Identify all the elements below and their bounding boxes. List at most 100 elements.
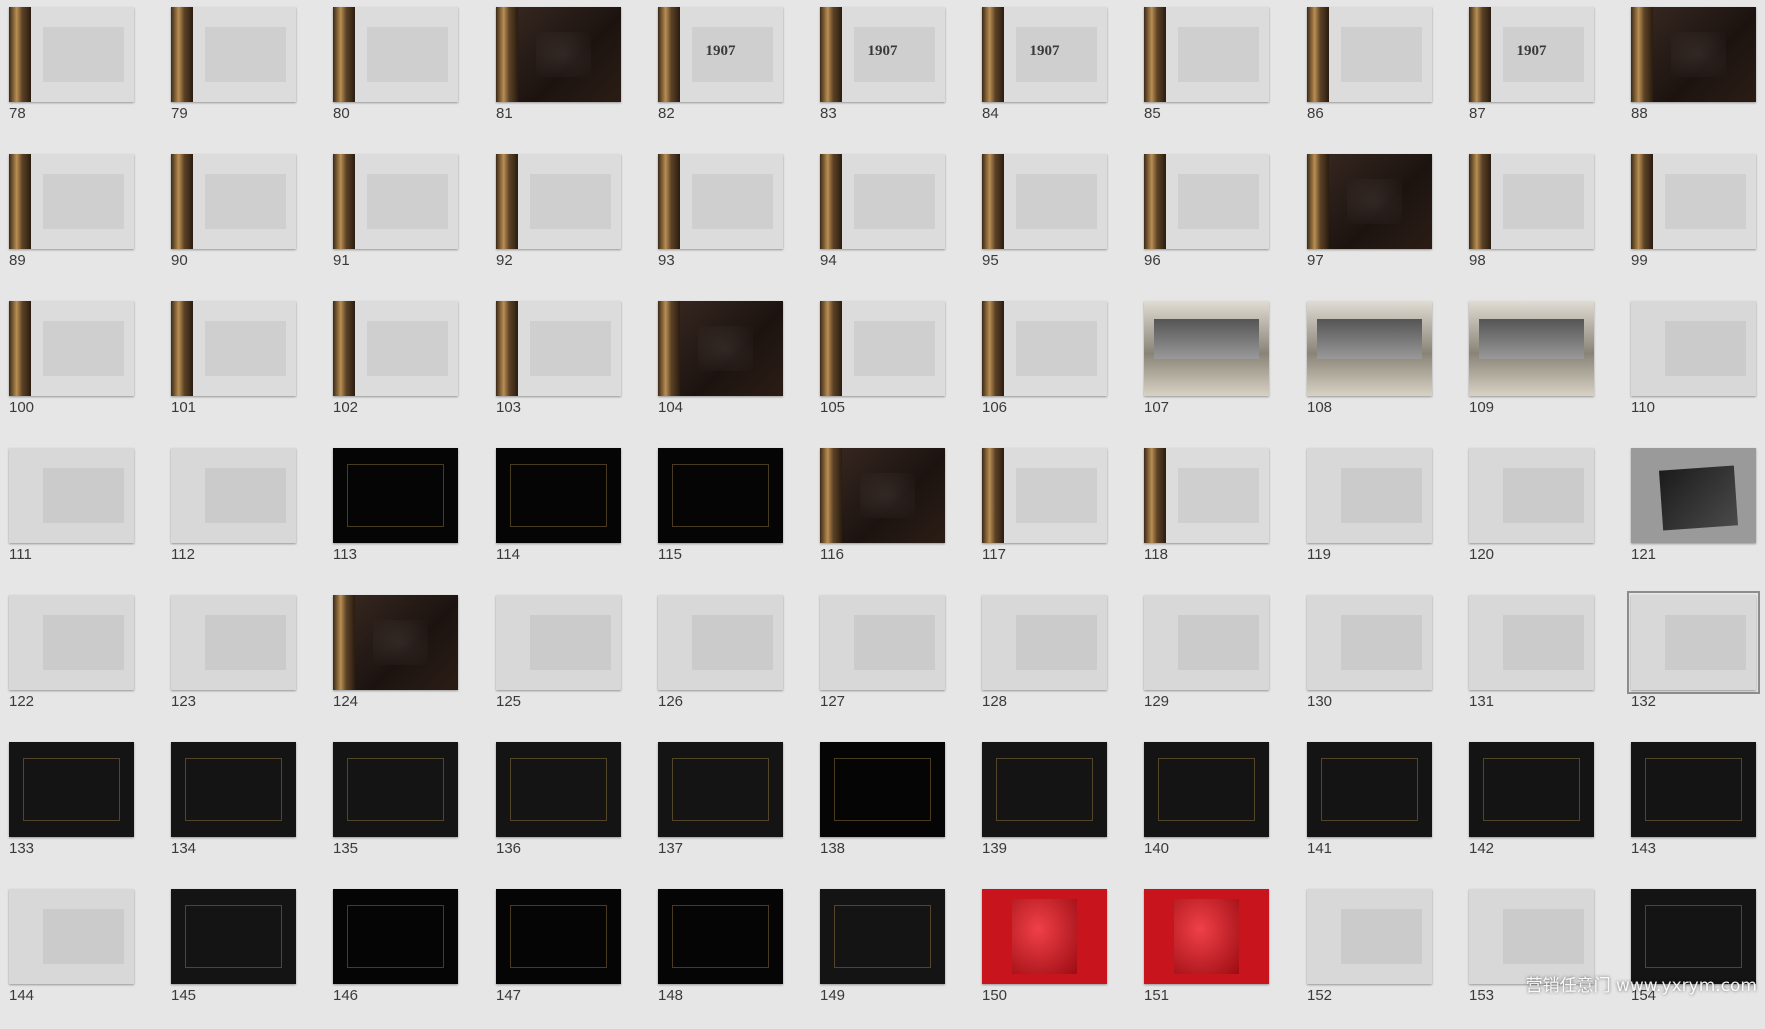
slide-preview[interactable] [9,889,134,984]
slide-thumbnail[interactable]: 125 [487,588,631,735]
slide-preview[interactable] [820,742,945,837]
slide-preview[interactable] [820,448,945,543]
slide-preview[interactable] [1307,301,1432,396]
slide-thumbnail[interactable]: 134 [162,735,306,882]
slide-thumbnail[interactable]: 107 [1135,294,1279,441]
slide-thumbnail[interactable]: 154 [1622,882,1765,1029]
slide-preview[interactable] [658,889,783,984]
slide-preview[interactable] [1307,7,1432,102]
slide-thumbnail[interactable]: 147 [487,882,631,1029]
slide-preview[interactable] [820,154,945,249]
slide-thumbnail[interactable]: 98 [1460,147,1604,294]
slide-thumbnail[interactable]: 113 [324,441,468,588]
slide-preview[interactable] [9,7,134,102]
slide-preview[interactable] [1144,301,1269,396]
slide-preview[interactable] [658,154,783,249]
slide-thumbnail[interactable]: 128 [973,588,1117,735]
slide-thumbnail[interactable]: 112 [162,441,306,588]
slide-thumbnail[interactable]: 118 [1135,441,1279,588]
slide-thumbnail[interactable]: 119 [1298,441,1442,588]
slide-preview[interactable] [1144,154,1269,249]
slide-thumbnail[interactable]: 89 [0,147,144,294]
slide-thumbnail[interactable]: 103 [487,294,631,441]
slide-thumbnail[interactable]: 105 [811,294,955,441]
slide-preview[interactable] [1144,448,1269,543]
slide-preview[interactable] [171,7,296,102]
slide-preview[interactable] [1627,591,1760,694]
slide-thumbnail[interactable]: 78 [0,0,144,147]
slide-thumbnail[interactable]: 1907 82 [649,0,793,147]
slide-thumbnail[interactable]: 106 [973,294,1117,441]
slide-preview[interactable] [496,448,621,543]
slide-thumbnail[interactable]: 90 [162,147,306,294]
slide-preview[interactable] [9,448,134,543]
slide-preview[interactable] [9,301,134,396]
slide-thumbnail[interactable]: 150 [973,882,1117,1029]
slide-preview[interactable] [171,595,296,690]
slide-preview[interactable] [496,7,621,102]
slide-preview[interactable] [1631,889,1756,984]
slide-thumbnail[interactable]: 141 [1298,735,1442,882]
slide-preview[interactable] [1631,448,1756,543]
slide-thumbnail[interactable]: 143 [1622,735,1765,882]
slide-thumbnail[interactable]: 136 [487,735,631,882]
slide-preview[interactable] [333,154,458,249]
slide-thumbnail[interactable]: 146 [324,882,468,1029]
slide-preview[interactable] [820,595,945,690]
slide-preview[interactable] [496,154,621,249]
slide-preview[interactable] [1469,889,1594,984]
slide-thumbnail[interactable]: 96 [1135,147,1279,294]
slide-thumbnail[interactable]: 126 [649,588,793,735]
slide-thumbnail[interactable]: 140 [1135,735,1279,882]
slide-thumbnail[interactable]: 123 [162,588,306,735]
slide-thumbnail[interactable]: 92 [487,147,631,294]
slide-preview[interactable] [658,448,783,543]
slide-preview[interactable] [658,742,783,837]
slide-preview[interactable] [333,742,458,837]
slide-thumbnail[interactable]: 86 [1298,0,1442,147]
slide-thumbnail[interactable]: 102 [324,294,468,441]
slide-preview[interactable] [171,154,296,249]
slide-thumbnail[interactable]: 153 [1460,882,1604,1029]
slide-preview[interactable] [9,154,134,249]
slide-thumbnail[interactable]: 127 [811,588,955,735]
slide-preview[interactable]: 1907 [982,7,1107,102]
slide-thumbnail[interactable]: 135 [324,735,468,882]
slide-thumbnail[interactable]: 91 [324,147,468,294]
slide-preview[interactable] [982,448,1107,543]
slide-thumbnail[interactable]: 116 [811,441,955,588]
slide-preview[interactable] [496,742,621,837]
slide-preview[interactable] [333,7,458,102]
slide-preview[interactable] [1144,595,1269,690]
slide-preview[interactable] [1144,889,1269,984]
slide-preview[interactable] [982,889,1107,984]
slide-preview[interactable] [820,301,945,396]
slide-preview[interactable]: 1907 [820,7,945,102]
slide-thumbnail[interactable]: 79 [162,0,306,147]
slide-preview[interactable] [1469,301,1594,396]
slide-preview[interactable] [1307,742,1432,837]
slide-preview[interactable] [1144,742,1269,837]
slide-preview[interactable] [1469,154,1594,249]
slide-preview[interactable] [496,301,621,396]
slide-preview[interactable] [333,595,458,690]
slide-preview[interactable] [982,595,1107,690]
slide-preview[interactable] [1144,7,1269,102]
slide-preview[interactable] [982,301,1107,396]
slide-preview[interactable] [1631,154,1756,249]
slide-thumbnail[interactable]: 100 [0,294,144,441]
slide-preview[interactable] [171,889,296,984]
slide-thumbnail[interactable]: 122 [0,588,144,735]
slide-thumbnail[interactable]: 85 [1135,0,1279,147]
slide-preview[interactable] [1307,595,1432,690]
slide-thumbnail[interactable]: 93 [649,147,793,294]
slide-thumbnail[interactable]: 80 [324,0,468,147]
slide-thumbnail[interactable]: 124 [324,588,468,735]
slide-preview[interactable]: 1907 [1469,7,1594,102]
slide-preview[interactable] [333,301,458,396]
slide-thumbnail[interactable]: 111 [0,441,144,588]
slide-thumbnail[interactable]: 110 [1622,294,1765,441]
slide-thumbnail[interactable]: 104 [649,294,793,441]
slide-preview[interactable] [496,595,621,690]
slide-preview[interactable] [1307,154,1432,249]
